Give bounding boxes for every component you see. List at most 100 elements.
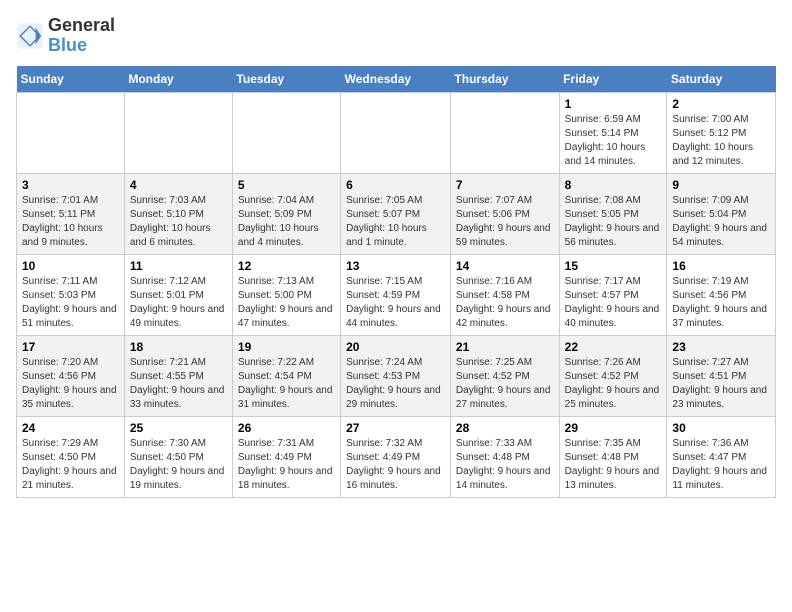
calendar-week-row: 3 Sunrise: 7:01 AM Sunset: 5:11 PM Daylig… [17, 173, 776, 254]
calendar-cell: 4Sunrise: 7:03 AM Sunset: 5:10 PM Daylig… [124, 173, 232, 254]
weekday-row: SundayMondayTuesdayWednesdayThursdayFrid… [17, 66, 776, 93]
day-number: 29 [565, 421, 662, 435]
day-number: 21 [456, 340, 554, 354]
day-number: 7 [456, 178, 554, 192]
calendar-cell [124, 92, 232, 173]
calendar-cell: 6Sunrise: 7:05 AM Sunset: 5:07 PM Daylig… [341, 173, 451, 254]
day-number: 22 [565, 340, 662, 354]
day-number: 30 [672, 421, 770, 435]
day-info: Sunrise: 7:29 AM Sunset: 4:50 PM Dayligh… [22, 437, 119, 493]
day-info: Sunrise: 7:08 AM Sunset: 5:05 PM Dayligh… [565, 194, 662, 250]
calendar-cell: 3 Sunrise: 7:01 AM Sunset: 5:11 PM Daylig… [17, 173, 125, 254]
day-number: 25 [130, 421, 227, 435]
day-info: Sunrise: 7:16 AM Sunset: 4:58 PM Dayligh… [456, 275, 554, 331]
day-number: 18 [130, 340, 227, 354]
day-info: Sunrise: 7:20 AM Sunset: 4:56 PM Dayligh… [22, 356, 119, 412]
day-number: 1 [565, 97, 662, 111]
calendar-cell: 18 Sunrise: 7:21 AM Sunset: 4:55 PM Dayli… [124, 335, 232, 416]
weekday-header: Monday [124, 66, 232, 93]
calendar-week-row: 10 Sunrise: 7:11 AM Sunset: 5:03 PM Dayli… [17, 254, 776, 335]
weekday-header: Friday [559, 66, 667, 93]
day-number: 15 [565, 259, 662, 273]
calendar-cell: 17 Sunrise: 7:20 AM Sunset: 4:56 PM Dayli… [17, 335, 125, 416]
day-info: Sunrise: 7:17 AM Sunset: 4:57 PM Dayligh… [565, 275, 662, 331]
calendar-cell: 29 Sunrise: 7:35 AM Sunset: 4:48 PM Dayli… [559, 416, 667, 497]
day-number: 10 [22, 259, 119, 273]
day-info: Sunrise: 7:15 AM Sunset: 4:59 PM Dayligh… [346, 275, 445, 331]
day-info: Sunrise: 6:59 AM Sunset: 5:14 PM Dayligh… [565, 113, 662, 169]
day-info: Sunrise: 7:25 AM Sunset: 4:52 PM Dayligh… [456, 356, 554, 412]
calendar-cell: 2 Sunrise: 7:00 AM Sunset: 5:12 PM Daylig… [667, 92, 776, 173]
day-number: 26 [238, 421, 335, 435]
day-info: Sunrise: 7:00 AM Sunset: 5:12 PM Dayligh… [672, 113, 770, 169]
day-info: Sunrise: 7:27 AM Sunset: 4:51 PM Dayligh… [672, 356, 770, 412]
calendar-cell: 8 Sunrise: 7:08 AM Sunset: 5:05 PM Daylig… [559, 173, 667, 254]
calendar-cell: 14 Sunrise: 7:16 AM Sunset: 4:58 PM Dayli… [450, 254, 559, 335]
calendar-cell [232, 92, 340, 173]
calendar-cell: 28 Sunrise: 7:33 AM Sunset: 4:48 PM Dayli… [450, 416, 559, 497]
calendar-cell [341, 92, 451, 173]
calendar-cell: 1 Sunrise: 6:59 AM Sunset: 5:14 PM Daylig… [559, 92, 667, 173]
calendar-cell: 7 Sunrise: 7:07 AM Sunset: 5:06 PM Daylig… [450, 173, 559, 254]
calendar-cell: 25 Sunrise: 7:30 AM Sunset: 4:50 PM Dayli… [124, 416, 232, 497]
day-info: Sunrise: 7:33 AM Sunset: 4:48 PM Dayligh… [456, 437, 554, 493]
calendar-header: SundayMondayTuesdayWednesdayThursdayFrid… [17, 66, 776, 93]
day-number: 8 [565, 178, 662, 192]
calendar-cell [17, 92, 125, 173]
day-info: Sunrise: 7:22 AM Sunset: 4:54 PM Dayligh… [238, 356, 335, 412]
calendar-cell: 22 Sunrise: 7:26 AM Sunset: 4:52 PM Dayli… [559, 335, 667, 416]
day-number: 24 [22, 421, 119, 435]
day-number: 27 [346, 421, 445, 435]
day-info: Sunrise: 7:19 AM Sunset: 4:56 PM Dayligh… [672, 275, 770, 331]
day-info: Sunrise: 7:13 AM Sunset: 5:00 PM Dayligh… [238, 275, 335, 331]
calendar-cell: 24 Sunrise: 7:29 AM Sunset: 4:50 PM Dayli… [17, 416, 125, 497]
calendar-cell: 26 Sunrise: 7:31 AM Sunset: 4:49 PM Dayli… [232, 416, 340, 497]
day-info: Sunrise: 7:12 AM Sunset: 5:01 PM Dayligh… [130, 275, 227, 331]
weekday-header: Saturday [667, 66, 776, 93]
weekday-header: Tuesday [232, 66, 340, 93]
calendar-body: 1 Sunrise: 6:59 AM Sunset: 5:14 PM Daylig… [17, 92, 776, 497]
calendar-cell: 15 Sunrise: 7:17 AM Sunset: 4:57 PM Dayli… [559, 254, 667, 335]
calendar-cell: 30Sunrise: 7:36 AM Sunset: 4:47 PM Dayli… [667, 416, 776, 497]
day-number: 3 [22, 178, 119, 192]
day-info: Sunrise: 7:32 AM Sunset: 4:49 PM Dayligh… [346, 437, 445, 493]
day-number: 17 [22, 340, 119, 354]
calendar-cell: 23 Sunrise: 7:27 AM Sunset: 4:51 PM Dayli… [667, 335, 776, 416]
day-info: Sunrise: 7:35 AM Sunset: 4:48 PM Dayligh… [565, 437, 662, 493]
day-info: Sunrise: 7:30 AM Sunset: 4:50 PM Dayligh… [130, 437, 227, 493]
day-info: Sunrise: 7:11 AM Sunset: 5:03 PM Dayligh… [22, 275, 119, 331]
calendar-cell: 10 Sunrise: 7:11 AM Sunset: 5:03 PM Dayli… [17, 254, 125, 335]
calendar-cell: 11Sunrise: 7:12 AM Sunset: 5:01 PM Dayli… [124, 254, 232, 335]
day-number: 28 [456, 421, 554, 435]
calendar-week-row: 24 Sunrise: 7:29 AM Sunset: 4:50 PM Dayli… [17, 416, 776, 497]
day-info: Sunrise: 7:26 AM Sunset: 4:52 PM Dayligh… [565, 356, 662, 412]
day-number: 5 [238, 178, 335, 192]
day-info: Sunrise: 7:01 AM Sunset: 5:11 PM Dayligh… [22, 194, 119, 250]
day-number: 9 [672, 178, 770, 192]
day-number: 12 [238, 259, 335, 273]
calendar-week-row: 17 Sunrise: 7:20 AM Sunset: 4:56 PM Dayli… [17, 335, 776, 416]
day-number: 14 [456, 259, 554, 273]
day-info: Sunrise: 7:21 AM Sunset: 4:55 PM Dayligh… [130, 356, 227, 412]
weekday-header: Sunday [17, 66, 125, 93]
day-number: 20 [346, 340, 445, 354]
calendar-cell: 13 Sunrise: 7:15 AM Sunset: 4:59 PM Dayli… [341, 254, 451, 335]
calendar-cell: 20Sunrise: 7:24 AM Sunset: 4:53 PM Dayli… [341, 335, 451, 416]
page-header: General Blue [16, 16, 776, 56]
day-number: 2 [672, 97, 770, 111]
day-info: Sunrise: 7:07 AM Sunset: 5:06 PM Dayligh… [456, 194, 554, 250]
calendar-cell: 12 Sunrise: 7:13 AM Sunset: 5:00 PM Dayli… [232, 254, 340, 335]
calendar-cell: 21 Sunrise: 7:25 AM Sunset: 4:52 PM Dayli… [450, 335, 559, 416]
day-info: Sunrise: 7:31 AM Sunset: 4:49 PM Dayligh… [238, 437, 335, 493]
calendar-cell: 16Sunrise: 7:19 AM Sunset: 4:56 PM Dayli… [667, 254, 776, 335]
day-number: 4 [130, 178, 227, 192]
day-info: Sunrise: 7:09 AM Sunset: 5:04 PM Dayligh… [672, 194, 770, 250]
day-info: Sunrise: 7:04 AM Sunset: 5:09 PM Dayligh… [238, 194, 335, 250]
day-number: 6 [346, 178, 445, 192]
calendar-cell: 9 Sunrise: 7:09 AM Sunset: 5:04 PM Daylig… [667, 173, 776, 254]
calendar-cell: 27 Sunrise: 7:32 AM Sunset: 4:49 PM Dayli… [341, 416, 451, 497]
day-number: 13 [346, 259, 445, 273]
day-number: 19 [238, 340, 335, 354]
calendar-table: SundayMondayTuesdayWednesdayThursdayFrid… [16, 66, 776, 498]
day-number: 23 [672, 340, 770, 354]
